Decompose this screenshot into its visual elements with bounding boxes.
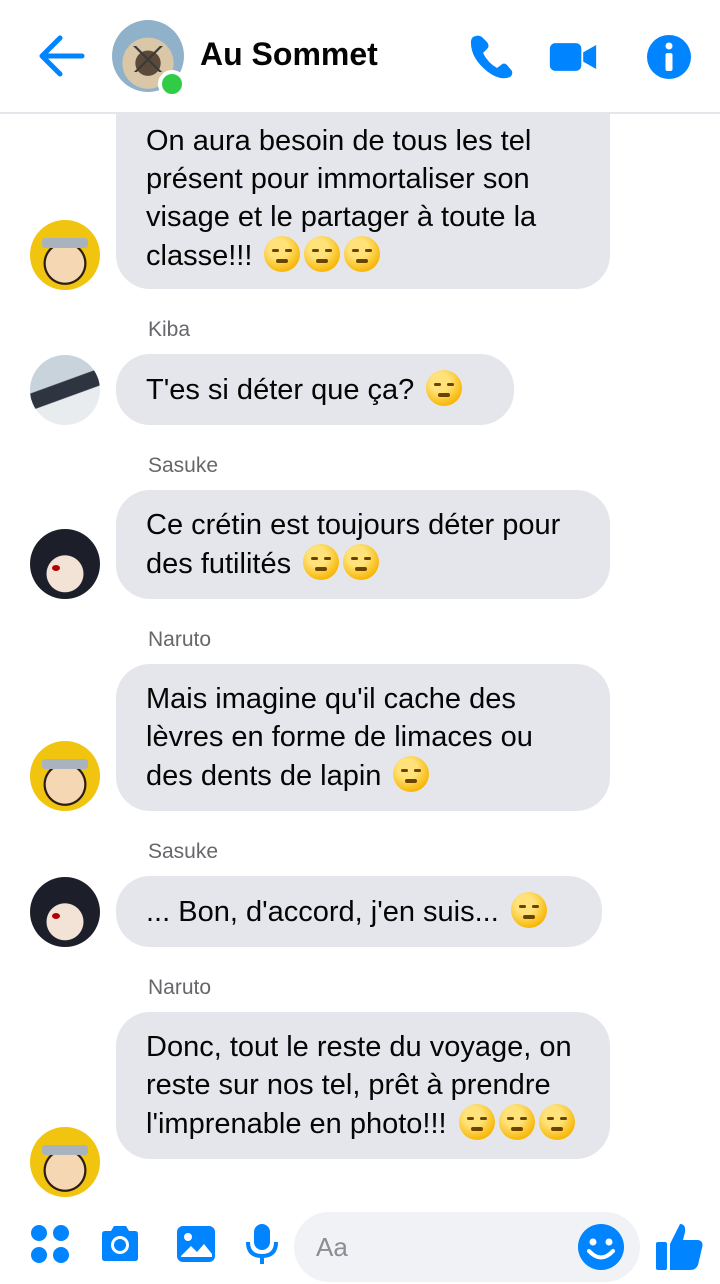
avatar-naruto[interactable] [30, 220, 100, 290]
message-text: ... Bon, d'accord, j'en suis... [146, 896, 499, 928]
chat-header: Au Sommet [0, 0, 720, 114]
back-arrow-icon[interactable] [38, 34, 86, 78]
message-bubble: T'es si déter que ça? [116, 354, 514, 425]
menu-grid-icon[interactable] [28, 1222, 72, 1266]
message-text: Mais imagine qu'il cache des lèvres en f… [146, 683, 533, 792]
sender-name: Naruto [148, 628, 212, 651]
emoji-icon [426, 370, 463, 406]
emoji-icon [264, 236, 301, 272]
thumbs-up-icon[interactable] [654, 1220, 706, 1272]
emoji-icon [538, 1104, 575, 1140]
avatar-naruto[interactable] [30, 1127, 100, 1197]
camera-icon[interactable] [98, 1222, 142, 1266]
composer-bar: Aa [0, 1202, 720, 1284]
emoji-icon [303, 544, 340, 580]
avatar-sasuke[interactable] [30, 529, 100, 599]
message-bubble: On aura besoin de tous les tel présent p… [116, 114, 610, 289]
video-camera-icon[interactable] [548, 32, 598, 82]
message-text: On aura besoin de tous les tel présent p… [146, 125, 537, 272]
emoji-icon [458, 1104, 495, 1140]
emoji-icon [510, 892, 547, 928]
gallery-icon[interactable] [174, 1222, 218, 1266]
emoji-icon [498, 1104, 535, 1140]
sender-name: Sasuke [148, 840, 219, 863]
message-bubble: Donc, tout le reste du voyage, on reste … [116, 1012, 610, 1159]
sender-name: Kiba [148, 318, 191, 341]
avatar-naruto[interactable] [30, 741, 100, 811]
sender-name: Sasuke [148, 454, 219, 477]
message-bubble: Mais imagine qu'il cache des lèvres en f… [116, 664, 610, 811]
sender-name: Naruto [148, 976, 212, 999]
emoji-icon [344, 236, 381, 272]
message-bubble: ... Bon, d'accord, j'en suis... [116, 876, 602, 947]
avatar-sasuke[interactable] [30, 877, 100, 947]
avatar-kiba[interactable] [30, 355, 100, 425]
online-indicator [158, 70, 186, 98]
emoji-icon [393, 756, 430, 792]
microphone-icon[interactable] [240, 1222, 284, 1266]
message-bubble: Ce crétin est toujours déter pour des fu… [116, 490, 610, 599]
phone-icon[interactable] [466, 32, 516, 82]
emoji-icon [304, 236, 341, 272]
emoji-icon [343, 544, 380, 580]
conversation-title[interactable]: Au Sommet [200, 36, 378, 73]
info-icon[interactable] [644, 32, 694, 82]
emoji-icon[interactable] [576, 1222, 626, 1272]
message-text: T'es si déter que ça? [146, 374, 415, 406]
